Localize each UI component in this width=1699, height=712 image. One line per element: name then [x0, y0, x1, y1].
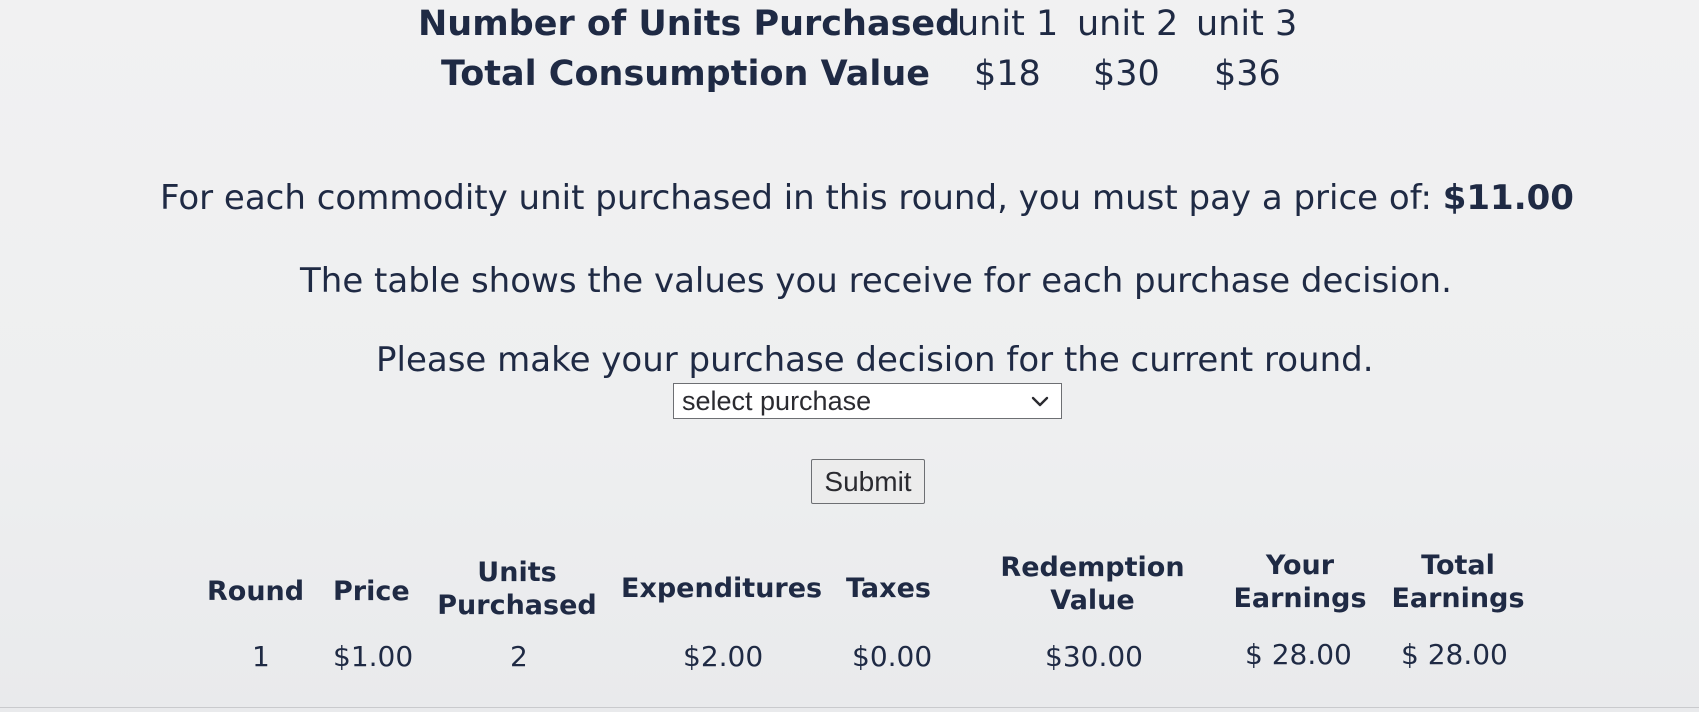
- cell-your-earnings: $ 28.00: [1245, 638, 1352, 671]
- cell-units: 2: [510, 640, 528, 673]
- price-instruction: For each commodity unit purchased in thi…: [160, 178, 1574, 218]
- header-total-line2: Earnings: [1391, 583, 1525, 614]
- table-instruction: The table shows the values you receive f…: [300, 261, 1452, 301]
- unit-2-value: $30: [1093, 54, 1160, 94]
- unit-1-value: $18: [974, 54, 1041, 94]
- header-units-purchased: Units Purchased: [432, 556, 602, 622]
- header-your-line1: Your: [1265, 550, 1335, 581]
- table-divider: [0, 707, 1699, 708]
- consumption-value-label: Total Consumption Value: [441, 54, 931, 94]
- header-total-line1: Total: [1421, 550, 1495, 581]
- unit-2-header: unit 2: [1077, 4, 1179, 44]
- header-units-line2: Purchased: [437, 590, 597, 621]
- purchase-select[interactable]: select purchase: [673, 383, 1062, 419]
- header-round: Round: [207, 576, 305, 607]
- cell-expenditures: $2.00: [683, 640, 764, 673]
- header-taxes: Taxes: [846, 573, 931, 604]
- decision-instruction: Please make your purchase decision for t…: [376, 340, 1374, 380]
- cell-redemption: $30.00: [1045, 640, 1143, 673]
- unit-3-header: unit 3: [1196, 4, 1298, 44]
- price-instruction-text: For each commodity unit purchased in thi…: [160, 178, 1432, 218]
- header-your-earnings: Your Earnings: [1225, 549, 1375, 615]
- cell-round: 1: [252, 640, 270, 673]
- cell-taxes: $0.00: [852, 640, 933, 673]
- price-value: $11.00: [1442, 178, 1574, 218]
- header-units-line1: Units: [477, 557, 557, 588]
- header-redemption-line1: Redemption: [1000, 552, 1185, 583]
- purchase-select-value: select purchase: [682, 385, 872, 416]
- chevron-down-icon: [1031, 396, 1049, 407]
- header-total-earnings: Total Earnings: [1384, 549, 1532, 615]
- submit-button[interactable]: Submit: [811, 459, 925, 504]
- header-price: Price: [333, 576, 410, 607]
- header-your-line2: Earnings: [1233, 583, 1367, 614]
- cell-price: $1.00: [333, 640, 414, 673]
- unit-1-header: unit 1: [957, 4, 1059, 44]
- header-redemption-value: Redemption Value: [990, 551, 1195, 617]
- header-expenditures: Expenditures: [621, 573, 823, 604]
- units-purchased-label: Number of Units Purchased: [418, 4, 961, 44]
- cell-total-earnings: $ 28.00: [1401, 638, 1508, 671]
- unit-3-value: $36: [1214, 54, 1281, 94]
- header-redemption-line2: Value: [1050, 585, 1135, 616]
